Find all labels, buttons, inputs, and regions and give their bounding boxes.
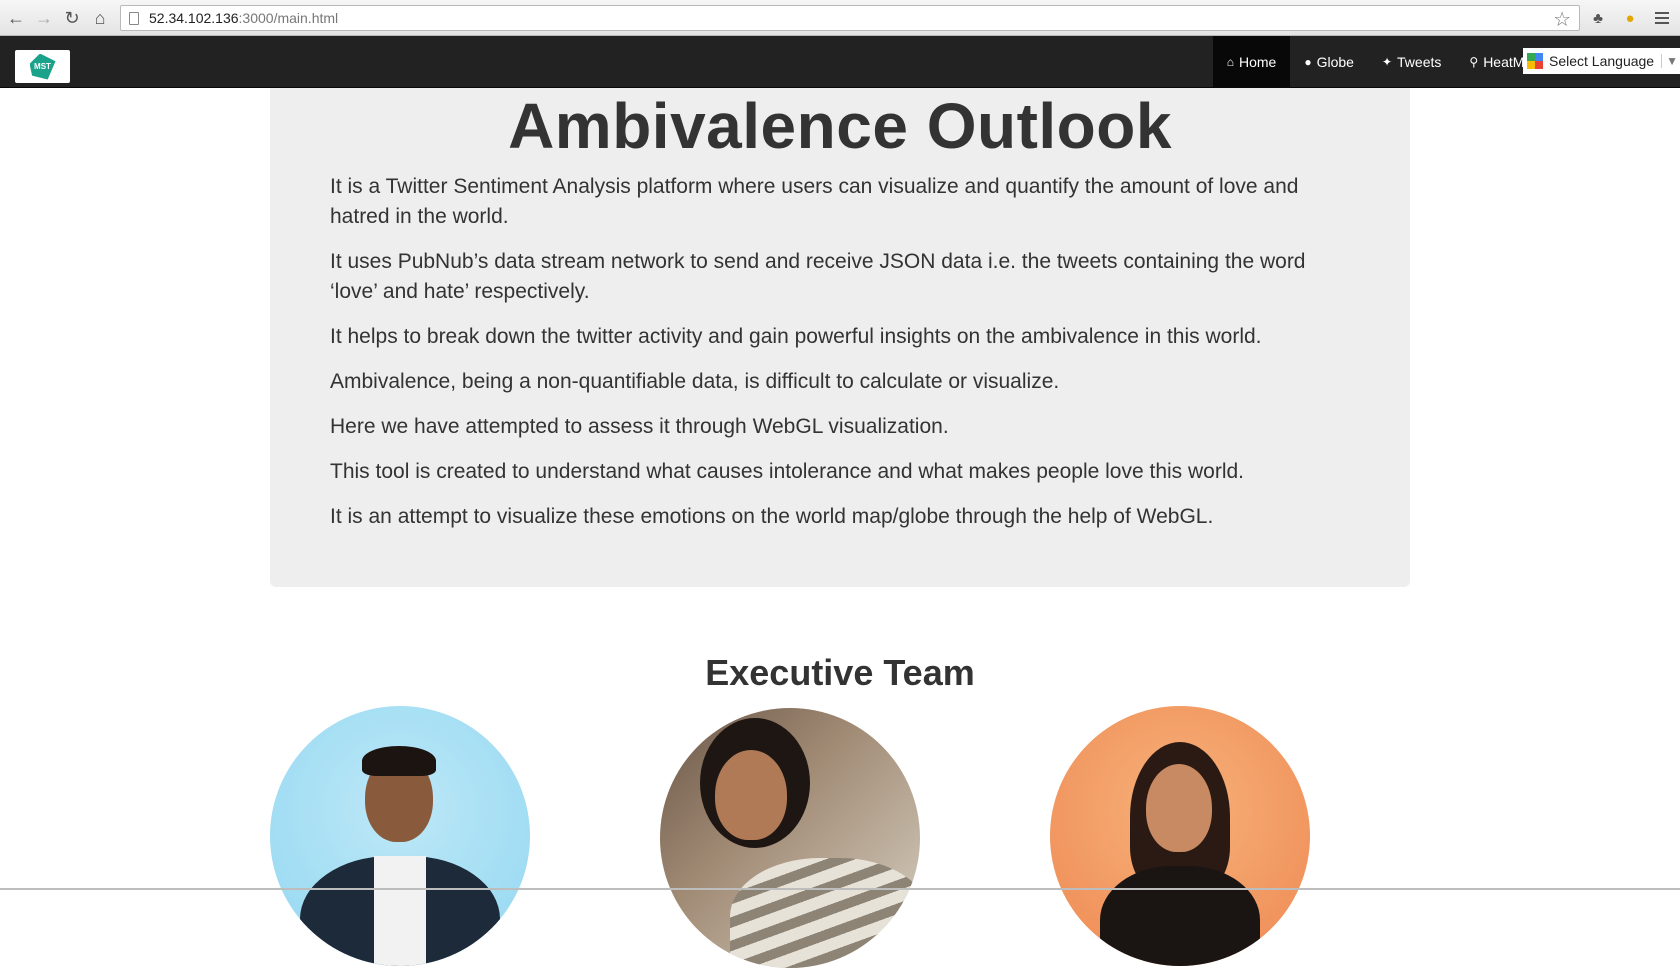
intro-paragraph: It helps to break down the twitter activ…: [330, 325, 1262, 348]
team-member-avatar: [1050, 706, 1310, 966]
logo-mark: MST: [29, 53, 56, 80]
person-head: [715, 750, 787, 840]
chevron-down-icon: ▼: [1661, 54, 1678, 68]
person-hair: [362, 746, 436, 776]
extension-icon[interactable]: ♣: [1588, 8, 1608, 28]
globe-icon: ●: [1304, 54, 1312, 69]
back-icon[interactable]: ←: [4, 6, 28, 30]
url-host: 52.34.102.136: [149, 10, 239, 26]
person-sweater: [730, 858, 920, 968]
nav-menu: ⌂ Home ● Globe ✦ Tweets ⚲ HeatMap: [1212, 36, 1554, 87]
forward-icon[interactable]: →: [32, 6, 56, 30]
nav-item-label: Home: [1239, 53, 1277, 70]
nav-item-label: Globe: [1316, 53, 1354, 70]
reload-icon[interactable]: ↻: [60, 6, 84, 30]
twitter-icon: ✦: [1381, 54, 1393, 69]
nav-item-tweets[interactable]: ✦ Tweets: [1368, 36, 1455, 87]
browser-toolbar: ← → ↻ ⌂ 52.34.102.136:3000/main.html ☆ ♣…: [0, 0, 1680, 36]
page-title: Ambivalence Outlook: [508, 90, 1172, 162]
bookmark-star-icon[interactable]: ☆: [1553, 7, 1571, 32]
team-member-avatar: [660, 708, 920, 968]
url-path: :3000/main.html: [238, 10, 339, 26]
url-text: 52.34.102.136:3000/main.html: [149, 10, 338, 26]
map-marker-icon: ⚲: [1469, 54, 1479, 69]
person-top: [1100, 866, 1260, 966]
browser-menu-icon[interactable]: [1652, 6, 1672, 30]
address-bar[interactable]: 52.34.102.136:3000/main.html ☆: [120, 5, 1580, 31]
team-heading: Executive Team: [705, 652, 975, 693]
site-navbar: MST ⌂ Home ● Globe ✦ Tweets ⚲ HeatMap Se…: [0, 36, 1680, 88]
intro-paragraph: This tool is created to understand what …: [330, 460, 1245, 483]
team-member-avatar: [270, 706, 530, 966]
intro-paragraph: It is an attempt to visualize these emot…: [330, 505, 1214, 528]
site-logo[interactable]: MST: [15, 50, 70, 83]
language-select-label: Select Language: [1549, 53, 1655, 69]
intro-paragraph: Here we have attempted to assess it thro…: [330, 415, 949, 438]
person-shirt: [374, 856, 426, 966]
intro-paragraph: Ambivalence, being a non-quantifiable da…: [330, 370, 1060, 393]
intro-jumbotron: Ambivalence Outlook It is a Twitter Sent…: [270, 88, 1410, 587]
nav-item-label: Tweets: [1397, 53, 1442, 70]
intro-paragraph: It uses PubNub’s data stream network to …: [330, 250, 1306, 303]
language-select[interactable]: Select Language ▼: [1523, 48, 1680, 74]
home-page-icon[interactable]: ⌂: [88, 6, 112, 30]
intro-text: It is a Twitter Sentiment Analysis platf…: [330, 172, 1350, 532]
lightbulb-extension-icon[interactable]: ●: [1620, 8, 1640, 28]
person-head: [1146, 764, 1212, 852]
intro-paragraph: It is a Twitter Sentiment Analysis platf…: [330, 175, 1299, 228]
page-icon: [129, 11, 139, 25]
google-translate-icon: [1527, 53, 1543, 69]
nav-item-home[interactable]: ⌂ Home: [1212, 36, 1291, 87]
nav-item-globe[interactable]: ● Globe: [1290, 36, 1368, 87]
home-icon: ⌂: [1226, 54, 1234, 69]
